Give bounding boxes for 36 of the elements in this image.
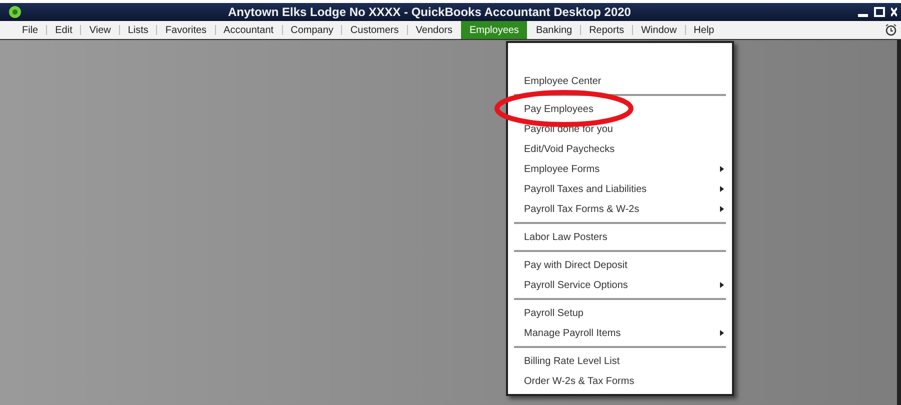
dropdown-item[interactable]: Payroll Service Options <box>524 278 628 292</box>
menu-item[interactable]: Lists <box>120 21 156 39</box>
maximize-icon[interactable] <box>874 7 885 17</box>
dropdown-item[interactable]: Manage Payroll Items <box>524 326 621 340</box>
dropdown-item[interactable]: Payroll Setup <box>524 306 584 320</box>
submenu-arrow-icon <box>720 166 724 172</box>
submenu-arrow-icon <box>720 282 724 288</box>
menu-item[interactable]: Vendors <box>408 21 460 39</box>
dropdown-item[interactable]: Employee Center <box>524 74 602 88</box>
menu-item[interactable]: Favorites <box>157 21 215 39</box>
menu-item[interactable]: Help <box>686 21 722 39</box>
dropdown-item[interactable]: Employee Forms <box>524 162 600 176</box>
dropdown-item[interactable]: Edit/Void Paychecks <box>524 142 615 156</box>
menu-item[interactable]: Edit <box>47 21 80 39</box>
menu-item[interactable]: View <box>81 21 119 39</box>
dropdown-item[interactable]: Payroll Tax Forms & W-2s <box>524 202 640 216</box>
menu-item[interactable]: Window <box>633 21 685 39</box>
menu-item[interactable]: Banking <box>528 21 580 39</box>
window-title: Anytown Elks Lodge No XXXX - QuickBooks Accountant Desktop 2020 <box>228 4 631 21</box>
dropdown-item[interactable]: Payroll Taxes and Liabilities <box>524 182 647 196</box>
submenu-arrow-icon <box>720 206 724 212</box>
menu-item[interactable]: Accountant <box>216 21 282 39</box>
menu-item[interactable]: Employees <box>461 21 527 39</box>
app-logo-icon <box>9 6 21 18</box>
submenu-arrow-icon <box>720 330 724 336</box>
menu-item[interactable]: Customers <box>342 21 407 39</box>
close-icon[interactable] <box>891 7 897 17</box>
dropdown-item[interactable]: Order W-2s & Tax Forms <box>524 374 634 388</box>
menu-item[interactable]: Company <box>282 21 342 39</box>
dropdown-item[interactable]: Pay with Direct Deposit <box>524 258 628 272</box>
dropdown-item[interactable]: Labor Law Posters <box>524 230 608 244</box>
menu-item[interactable]: File <box>14 21 46 39</box>
dropdown-item[interactable]: Billing Rate Level List <box>524 354 620 368</box>
alarm-clock-icon[interactable] <box>885 24 897 36</box>
submenu-arrow-icon <box>720 186 724 192</box>
menu-item[interactable]: Reports <box>581 21 632 39</box>
